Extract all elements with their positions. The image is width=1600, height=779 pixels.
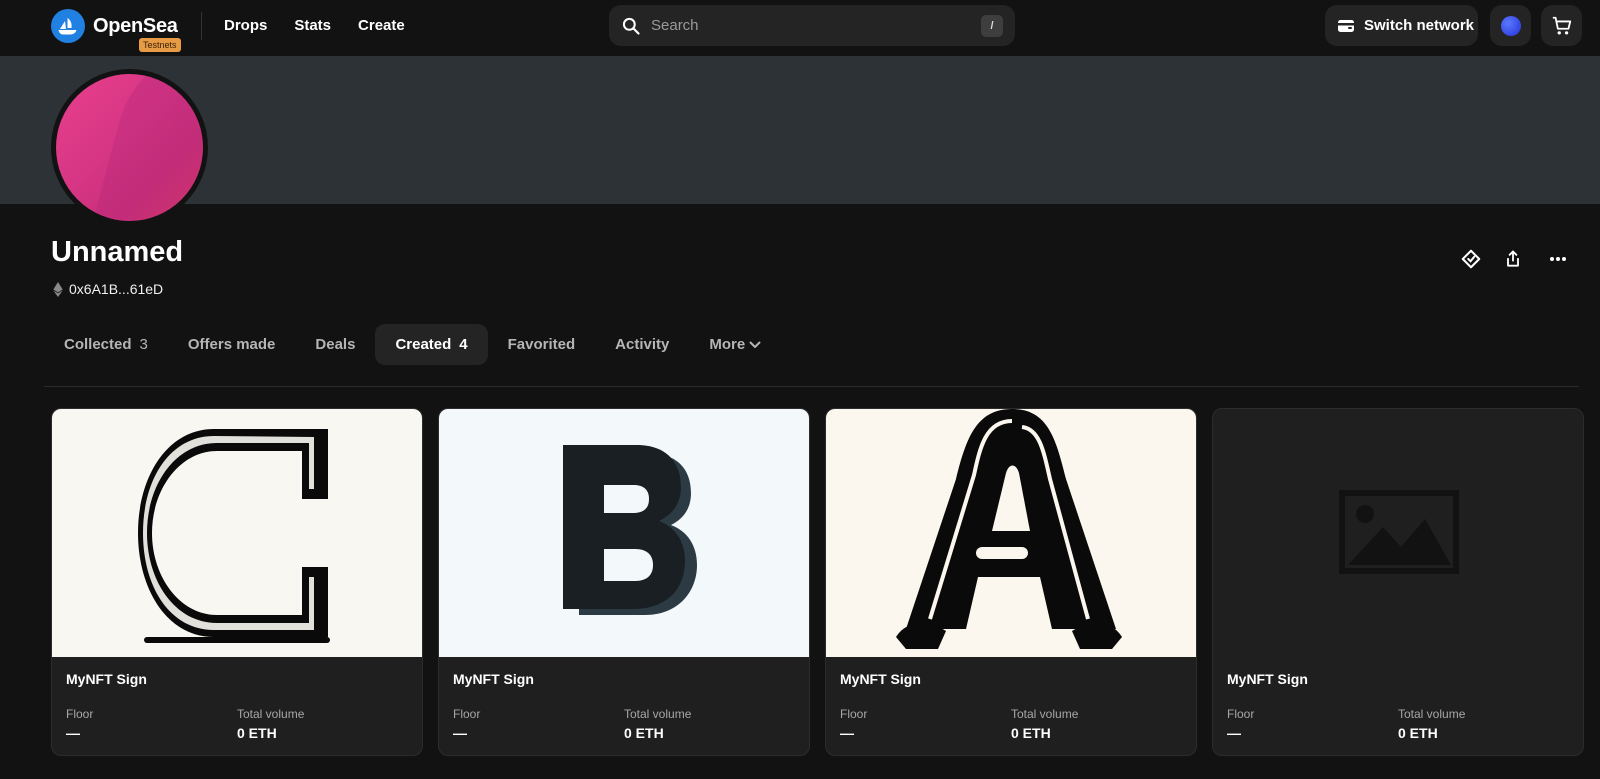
tab-offers-made[interactable]: Offers made bbox=[168, 324, 296, 365]
wallet-address[interactable]: 0x6A1B...61eD bbox=[53, 281, 163, 297]
nft-title: MyNFT Sign bbox=[453, 671, 534, 687]
tab-label: More bbox=[709, 336, 746, 353]
tab-label: Favorited bbox=[507, 336, 576, 353]
search-icon bbox=[622, 17, 640, 35]
nft-image-letter-b bbox=[439, 409, 809, 657]
top-navigation: OpenSea Testnets Drops Stats Create / Sw… bbox=[0, 0, 1600, 56]
offer-icon[interactable] bbox=[1460, 248, 1482, 270]
nft-stats: Floor — Total volume 0 ETH bbox=[453, 707, 795, 741]
switch-network-label: Switch network bbox=[1364, 17, 1475, 34]
tab-favorited[interactable]: Favorited bbox=[488, 324, 596, 365]
search-bar[interactable]: / bbox=[609, 5, 1015, 46]
nft-title: MyNFT Sign bbox=[1227, 671, 1308, 687]
profile-picture-image bbox=[56, 74, 203, 221]
volume-stat: Total volume 0 ETH bbox=[237, 707, 408, 741]
ethereum-icon bbox=[53, 281, 63, 297]
floor-label: Floor bbox=[453, 707, 481, 721]
volume-label: Total volume bbox=[624, 707, 692, 721]
nav-stats[interactable]: Stats bbox=[294, 17, 331, 34]
nft-grid: MyNFT Sign Floor — Total volume 0 ETH My… bbox=[51, 408, 1584, 756]
nft-stats: Floor — Total volume 0 ETH bbox=[66, 707, 408, 741]
nft-image-letter-a bbox=[826, 409, 1196, 657]
floor-label: Floor bbox=[1227, 707, 1255, 721]
tab-count: 4 bbox=[459, 336, 468, 353]
avatar bbox=[1500, 15, 1521, 36]
search-input[interactable] bbox=[651, 17, 981, 34]
volume-value: 0 ETH bbox=[1011, 725, 1051, 741]
volume-value: 0 ETH bbox=[1398, 725, 1438, 741]
volume-value: 0 ETH bbox=[237, 725, 277, 741]
floor-value: — bbox=[840, 725, 854, 741]
tab-created[interactable]: Created 4 bbox=[375, 324, 488, 365]
chevron-down-icon bbox=[749, 341, 761, 348]
profile-menu-button[interactable] bbox=[1490, 5, 1531, 46]
tab-deals[interactable]: Deals bbox=[295, 324, 375, 365]
testnet-badge: Testnets bbox=[139, 38, 181, 52]
opensea-logo-icon bbox=[51, 9, 85, 43]
volume-stat: Total volume 0 ETH bbox=[624, 707, 795, 741]
image-placeholder-icon bbox=[1339, 490, 1459, 574]
volume-label: Total volume bbox=[1398, 707, 1466, 721]
nft-title: MyNFT Sign bbox=[66, 671, 147, 687]
tabs-divider bbox=[44, 386, 1579, 387]
volume-value: 0 ETH bbox=[624, 725, 664, 741]
nft-card-body: MyNFT Sign Floor — Total volume 0 ETH bbox=[826, 657, 1196, 741]
tab-label: Created bbox=[395, 336, 452, 353]
tab-collected[interactable]: Collected 3 bbox=[44, 324, 168, 365]
tab-label: Deals bbox=[315, 336, 356, 353]
nft-title: MyNFT Sign bbox=[840, 671, 921, 687]
volume-label: Total volume bbox=[237, 707, 305, 721]
tab-label: Offers made bbox=[187, 336, 276, 353]
nav-create[interactable]: Create bbox=[358, 17, 405, 34]
floor-stat: Floor — bbox=[453, 707, 624, 741]
floor-value: — bbox=[1227, 725, 1241, 741]
main-nav: Drops Stats Create bbox=[224, 17, 432, 34]
share-icon[interactable] bbox=[1502, 248, 1524, 270]
floor-label: Floor bbox=[840, 707, 868, 721]
tab-label: Activity bbox=[615, 336, 670, 353]
nft-stats: Floor — Total volume 0 ETH bbox=[1227, 707, 1569, 741]
tab-more[interactable]: More bbox=[689, 324, 781, 365]
nft-stats: Floor — Total volume 0 ETH bbox=[840, 707, 1182, 741]
nft-card-body: MyNFT Sign Floor — Total volume 0 ETH bbox=[52, 657, 422, 741]
profile-banner bbox=[0, 56, 1600, 204]
nft-card[interactable]: MyNFT Sign Floor — Total volume 0 ETH bbox=[51, 408, 423, 756]
volume-stat: Total volume 0 ETH bbox=[1011, 707, 1182, 741]
nft-card[interactable]: MyNFT Sign Floor — Total volume 0 ETH bbox=[1212, 408, 1584, 756]
more-options-icon[interactable] bbox=[1547, 248, 1569, 270]
nft-card[interactable]: MyNFT Sign Floor — Total volume 0 ETH bbox=[825, 408, 1197, 756]
cart-button[interactable] bbox=[1541, 5, 1582, 46]
nft-image-placeholder bbox=[1213, 409, 1583, 657]
profile-name: Unnamed bbox=[51, 236, 184, 268]
volume-stat: Total volume 0 ETH bbox=[1398, 707, 1569, 741]
nft-card[interactable]: MyNFT Sign Floor — Total volume 0 ETH bbox=[438, 408, 810, 756]
floor-stat: Floor — bbox=[840, 707, 1011, 741]
switch-network-button[interactable]: Switch network bbox=[1325, 5, 1478, 46]
wallet-address-text: 0x6A1B...61eD bbox=[69, 281, 164, 297]
tab-count: 3 bbox=[139, 336, 148, 353]
nft-card-body: MyNFT Sign Floor — Total volume 0 ETH bbox=[439, 657, 809, 741]
wallet-icon bbox=[1338, 19, 1354, 32]
search-shortcut-key: / bbox=[981, 14, 1003, 37]
brand-name: OpenSea bbox=[93, 14, 178, 37]
tab-activity[interactable]: Activity bbox=[595, 324, 689, 365]
floor-stat: Floor — bbox=[1227, 707, 1398, 741]
tab-label: Collected bbox=[64, 336, 132, 353]
profile-picture[interactable] bbox=[51, 69, 208, 226]
profile-actions bbox=[1460, 248, 1569, 270]
cart-icon bbox=[1552, 16, 1571, 35]
volume-label: Total volume bbox=[1011, 707, 1079, 721]
floor-label: Floor bbox=[66, 707, 94, 721]
profile-tabs: Collected 3 Offers made Deals Created 4 … bbox=[44, 324, 781, 365]
floor-value: — bbox=[66, 725, 80, 741]
floor-value: — bbox=[453, 725, 467, 741]
nav-divider bbox=[201, 12, 202, 40]
nft-image-letter-c bbox=[52, 409, 422, 657]
nav-drops[interactable]: Drops bbox=[224, 17, 267, 34]
nft-card-body: MyNFT Sign Floor — Total volume 0 ETH bbox=[1213, 657, 1583, 741]
floor-stat: Floor — bbox=[66, 707, 237, 741]
